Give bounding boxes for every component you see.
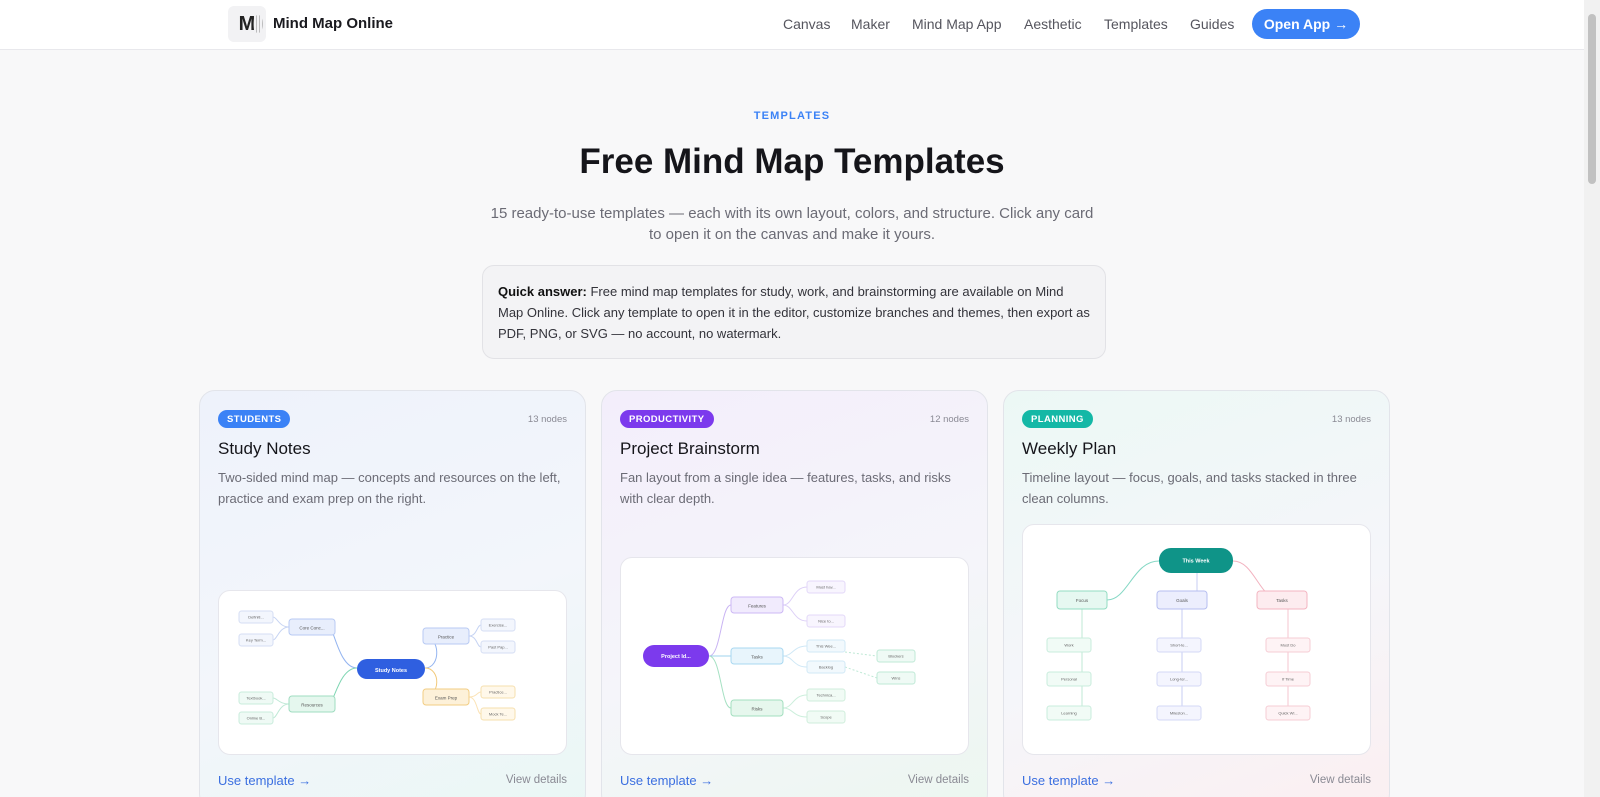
card-description: Timeline layout — focus, goals, and task… [1022,470,1357,506]
nav-link-canvas[interactable]: Canvas [783,16,830,32]
leaf-node-label: Must Do [1281,643,1297,648]
view-details-link[interactable]: View details [908,774,969,786]
leaf-node-label: Technica... [816,693,835,698]
mind-map-preview-svg: This Week Focus Goals Tasks Work Persona… [1046,548,1311,721]
use-template-link[interactable]: Use template → [620,773,713,788]
template-card-study-notes[interactable]: STUDENTS 13 nodes Study Notes Two-sided … [199,390,586,797]
category-badge: PRODUCTIVITY [620,410,714,428]
mind-map-preview[interactable]: Study Notes Core Conc... Practice Resour… [218,590,567,755]
leaf-node-label: Work [1064,643,1073,648]
open-app-button[interactable]: Open App → [1252,9,1360,39]
leaf-node-label: Mileston... [1170,711,1188,716]
center-node-label: Study Notes [375,668,407,674]
mind-map-preview-svg: Project Id... Features Tasks Risks Must … [643,580,916,724]
template-card-project-brainstorm[interactable]: PRODUCTIVITY 12 nodes Project Brainstorm… [601,390,988,797]
node-count: 13 nodes [527,414,567,425]
center-node-label: Project Id... [661,654,691,660]
card-title: Weekly Plan [1022,439,1117,458]
leaf-node-label: Past Pap... [488,645,508,650]
section-eyebrow: TEMPLATES [753,110,831,122]
page-subtitle: 15 ready-to-use templates — each with it… [490,205,1094,243]
branch-node-label: Practice [438,635,455,640]
leaf-node-label: Personal [1061,677,1077,682]
node-count: 12 nodes [929,414,969,425]
top-navbar: M Mind Map Online Canvas Maker Mind Map … [0,0,1584,50]
leaf-node-label: If Time [1282,677,1295,682]
leaf-node-label: Practice... [489,690,507,695]
leaf-node-label: This Wee... [816,644,836,649]
card-title: Study Notes [218,439,311,458]
nav-link-aesthetic[interactable]: Aesthetic [1024,16,1082,32]
leaf-node-label: Mock Te... [489,712,507,717]
branch-node-label: Exam Prep [435,696,458,701]
template-card-weekly-plan[interactable]: PLANNING 13 nodes Weekly Plan Timeline l… [1003,390,1390,797]
nav-link-maker[interactable]: Maker [851,16,890,32]
center-node-label: This Week [1182,559,1210,565]
logo-rays-icon [253,15,263,33]
use-template-link[interactable]: Use template → [218,773,311,788]
leaf-node-label: Quick Wi... [1278,711,1297,716]
leaf-node-label: Long-ter... [1170,677,1188,682]
card-description: Fan layout from a single idea — features… [620,470,951,506]
category-badge: STUDENTS [218,410,291,428]
nav-link-guides[interactable]: Guides [1190,16,1234,32]
leaf-node-label: Nice to... [818,619,834,624]
quick-answer-text: Free mind map templates for study, work,… [498,284,1090,341]
leaf-node-label: Exercise... [489,623,508,628]
nav-link-templates[interactable]: Templates [1104,16,1168,32]
leaf-node-label: Short-te... [1170,643,1188,648]
branch-node-label: Tasks [751,655,763,660]
mind-map-preview[interactable]: Project Id... Features Tasks Risks Must … [620,557,969,755]
branch-node-label: Tasks [1276,598,1288,603]
page-title: Free Mind Map Templates [579,142,1005,181]
brand-name[interactable]: Mind Map Online [273,15,393,32]
page-scrollbar[interactable] [1584,0,1600,797]
leaf-node-label: Definiti... [248,615,264,620]
leaf-node-label: Textbook... [246,696,265,701]
leaf-node-label: Learning [1061,711,1077,716]
use-template-link[interactable]: Use template → [1022,773,1115,788]
mind-map-preview[interactable]: This Week Focus Goals Tasks Work Persona… [1022,524,1371,755]
quick-answer-label: Quick answer: [498,284,587,299]
branch-node-label: Resources [301,703,323,708]
branch-node-label: Goals [1176,598,1189,603]
card-description: Two-sided mind map — concepts and resour… [218,470,561,506]
card-title: Project Brainstorm [620,439,760,458]
branch-node-label: Focus [1076,598,1089,603]
branch-node-label: Core Conc... [299,626,324,631]
leaf-node-label: Wins [892,676,901,681]
nav-link-mind-map-app[interactable]: Mind Map App [912,16,1002,32]
leaf-node-label: Key Term... [246,638,266,643]
quick-answer-box: Quick answer: Free mind map templates fo… [482,265,1106,359]
leaf-node-label: Must hav... [816,585,835,590]
category-badge: PLANNING [1022,410,1093,428]
logo-icon[interactable]: M [228,6,266,42]
scrollbar-thumb[interactable] [1588,14,1596,184]
branch-node-label: Features [748,604,767,609]
leaf-node-label: Scope [820,715,832,720]
leaf-node-label: Online B... [247,716,266,721]
branch-node-label: Risks [752,707,764,712]
node-count: 13 nodes [1331,414,1371,425]
mind-map-preview-svg: Study Notes Core Conc... Practice Resour… [238,610,516,725]
leaf-node-label: Backlog [819,665,833,670]
leaf-node-label: Blockers [888,654,903,659]
view-details-link[interactable]: View details [506,774,567,786]
view-details-link[interactable]: View details [1310,774,1371,786]
